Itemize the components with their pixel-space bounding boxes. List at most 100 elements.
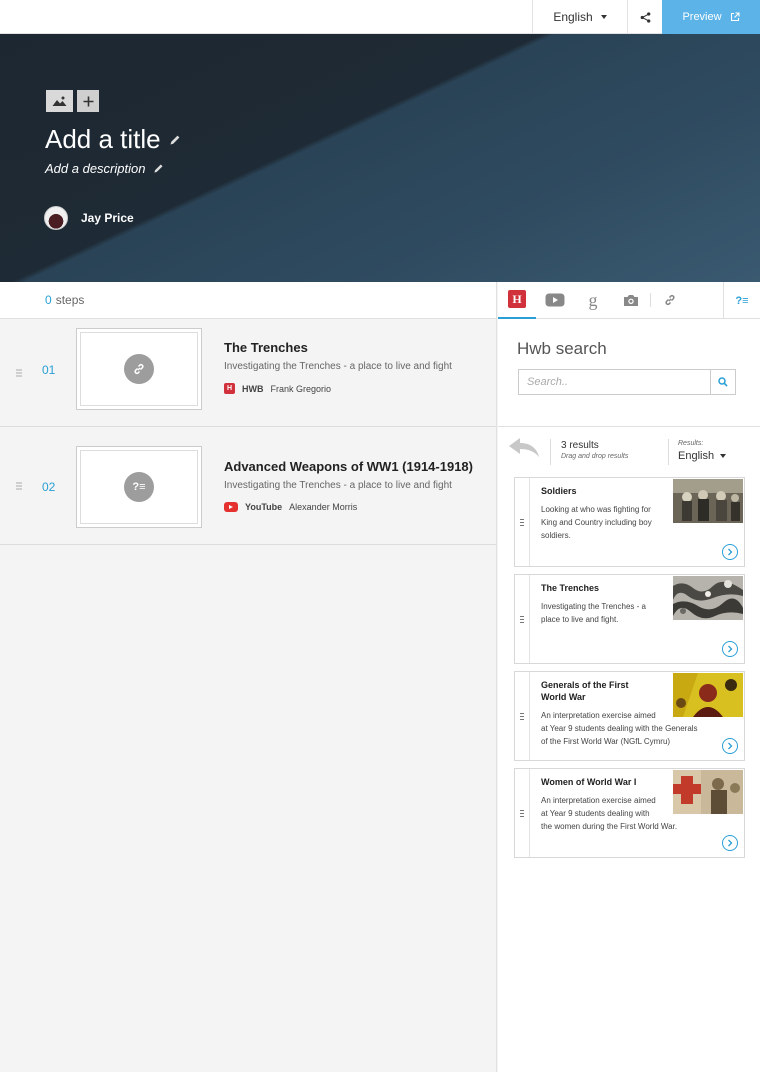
step-title[interactable]: Advanced Weapons of WW1 (1914-1918) (224, 459, 473, 474)
results-language: English (678, 450, 715, 462)
pencil-icon (170, 135, 180, 144)
top-bar: English Preview (0, 0, 760, 34)
search-icon (718, 377, 728, 387)
language-dropdown[interactable]: English (532, 0, 627, 34)
result-card[interactable]: Soldiers Looking at who was fighting for… (514, 477, 745, 567)
search-button[interactable] (710, 370, 735, 394)
preview-label: Preview (682, 11, 722, 23)
result-thumbnail (673, 576, 743, 620)
result-title: Generals of the First World War (541, 680, 629, 702)
step-title[interactable]: The Trenches (224, 340, 308, 355)
drag-handle[interactable] (515, 575, 530, 663)
step-item[interactable]: 01 The Trenches Investigating the Trench… (0, 319, 496, 427)
search-box (518, 369, 736, 395)
add-cover-image-button[interactable] (46, 90, 73, 112)
plus-icon (83, 96, 93, 106)
source-author: Frank Gregorio (270, 383, 332, 394)
open-result-button[interactable] (722, 835, 738, 851)
result-title: The Trenches (541, 583, 600, 593)
source-tabs: H g ?≡ (498, 282, 760, 319)
hwb-icon: H (508, 290, 526, 308)
source-author: Alexander Morris (289, 502, 358, 512)
results-header: 3 results Drag and drop results Results:… (498, 427, 760, 471)
google-icon: g (588, 289, 598, 310)
share-button[interactable] (627, 0, 662, 34)
link-icon (124, 354, 154, 384)
search-input[interactable] (519, 370, 710, 394)
image-icon (52, 96, 67, 106)
tab-link[interactable] (651, 282, 689, 319)
reply-arrow-icon (509, 438, 539, 457)
pencil-icon (154, 164, 163, 173)
chevron-right-icon (728, 645, 733, 653)
youtube-icon (224, 502, 238, 512)
preview-button[interactable]: Preview (662, 0, 760, 34)
result-description: Looking at who was fighting for King and… (541, 505, 652, 541)
result-card[interactable]: Generals of the First World War An inter… (514, 671, 745, 761)
step-number: 02 (42, 480, 56, 494)
search-panel: H g ?≡ Hwb search Search.. 3 results Dra… (498, 282, 760, 1072)
tab-hwb[interactable]: H (498, 282, 536, 319)
author: Jay Price (44, 206, 134, 230)
step-number: 01 (42, 363, 56, 377)
step-subtitle: Investigating the Trenches - a place to … (224, 480, 452, 491)
quiz-icon: ?≡ (735, 294, 749, 307)
results-hint: Drag and drop results (561, 453, 629, 460)
source-name: YouTube (245, 502, 283, 512)
chevron-down-icon (600, 15, 607, 19)
result-thumbnail (673, 479, 743, 523)
tab-images[interactable] (612, 282, 650, 319)
steps-panel: 0 steps 01 The Trenches Investigating th… (0, 282, 497, 1072)
step-thumbnail[interactable] (76, 328, 202, 410)
search-title: Hwb search (517, 339, 607, 358)
quiz-icon: ?≡ (124, 472, 154, 502)
result-thumbnail (673, 673, 743, 717)
language-label: English (553, 10, 593, 24)
camera-icon (624, 294, 638, 306)
result-card[interactable]: Women of World War I An interpretation e… (514, 768, 745, 858)
results-language-label: Results: (678, 440, 704, 447)
title-field[interactable]: Add a title (45, 124, 181, 155)
chevron-right-icon (728, 839, 733, 847)
result-card[interactable]: The Trenches Investigating the Trenches … (514, 574, 745, 664)
youtube-icon (545, 293, 565, 307)
tab-google[interactable]: g (574, 282, 612, 319)
chevron-right-icon (728, 548, 733, 556)
drag-handle[interactable] (515, 478, 530, 566)
step-item[interactable]: 02 ?≡ Advanced Weapons of WW1 (1914-1918… (0, 427, 496, 545)
step-thumbnail[interactable]: ?≡ (76, 446, 202, 528)
page-description: Add a description (45, 161, 146, 176)
page-title: Add a title (45, 124, 161, 154)
result-title: Soldiers (541, 486, 577, 496)
steps-label: steps (55, 293, 85, 307)
tab-quiz[interactable]: ?≡ (723, 282, 760, 319)
source-name: HWB (242, 383, 264, 394)
link-icon (665, 294, 675, 306)
open-result-button[interactable] (722, 544, 738, 560)
hero-banner: Add a title Add a description Jay Price (0, 34, 760, 282)
add-button[interactable] (77, 90, 99, 112)
drag-handle[interactable] (515, 769, 530, 857)
tab-youtube[interactable] (536, 282, 574, 319)
results-count: 3 results (561, 440, 599, 451)
open-result-button[interactable] (722, 641, 738, 657)
step-source: H HWB Frank Gregorio (224, 383, 331, 394)
description-field[interactable]: Add a description (45, 161, 164, 176)
result-thumbnail (673, 770, 743, 814)
result-description: An interpretation exercise aimed at Year… (541, 796, 678, 832)
chevron-right-icon (728, 742, 733, 750)
share-icon (640, 11, 650, 23)
steps-header: 0 steps (0, 282, 496, 319)
search-header: Hwb search (498, 319, 760, 427)
back-button[interactable] (508, 437, 540, 462)
open-result-button[interactable] (722, 738, 738, 754)
result-description: Investigating the Trenches - a place to … (541, 602, 646, 625)
results-language-dropdown[interactable]: English (678, 450, 727, 462)
external-link-icon (730, 12, 740, 22)
drag-handle[interactable] (16, 369, 22, 376)
result-title: Women of World War I (541, 777, 637, 787)
drag-handle[interactable] (16, 482, 22, 489)
chevron-down-icon (720, 454, 727, 458)
step-subtitle: Investigating the Trenches - a place to … (224, 361, 452, 372)
drag-handle[interactable] (515, 672, 530, 760)
